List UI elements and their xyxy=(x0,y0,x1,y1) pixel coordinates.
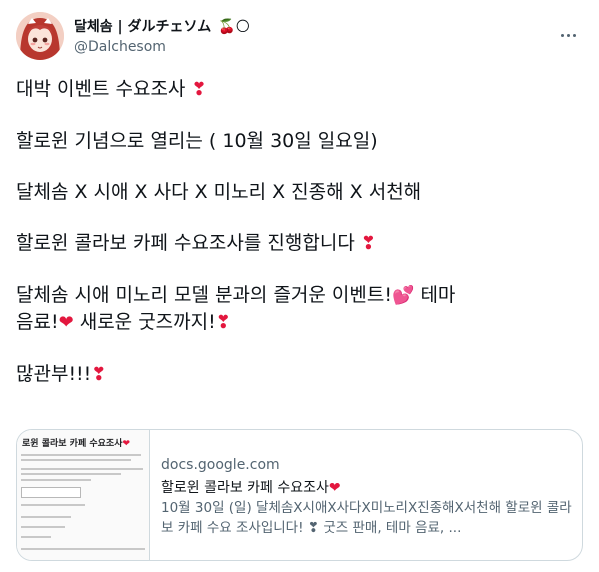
tweet-line: 대박 이벤트 수요조사 ❣ xyxy=(16,78,207,100)
card-description: 10월 30일 (일) 달체솜X시애X사다X미노리X진종해X서천해 할로윈 콜라… xyxy=(161,500,572,536)
heart-icon: ❤ xyxy=(328,480,341,496)
heart-exclamation-icon: ❣ xyxy=(191,79,207,100)
heart-exclamation-icon: ❣ xyxy=(91,364,107,385)
tweet-line: 많관부!!!❣ xyxy=(16,363,107,385)
heart-exclamation-icon: ❣ xyxy=(360,233,376,254)
card-domain: docs.google.com xyxy=(161,457,280,473)
tweet-line: 달체솜 시애 미노리 모델 분과의 즐거운 이벤트!💕 테마 xyxy=(16,284,456,306)
tweet-header: 달체솜 | ダルチェソム 🍒🌕 @Dalchesom xyxy=(16,12,583,66)
tweet-line: 할로윈 콜라보 카페 수요조사를 진행합니다 ❣ xyxy=(16,232,376,254)
thumbnail-title: 로윈 콜라보 카페 수요조사❤ xyxy=(22,439,131,449)
avatar[interactable] xyxy=(16,12,64,60)
heart-icon: ❤ xyxy=(58,312,74,333)
display-name[interactable]: 달체솜 | ダルチェソム 🍒🌕 xyxy=(74,18,250,36)
card-thumbnail: 로윈 콜라보 카페 수요조사❤ xyxy=(17,430,150,560)
two-hearts-icon: 💕 xyxy=(391,285,415,306)
tweet-text: 대박 이벤트 수요조사 ❣ 할로윈 기념으로 열리는 ( 10월 30일 일요일… xyxy=(16,76,583,388)
link-preview-card[interactable]: 로윈 콜라보 카페 수요조사❤ docs.google.com 할로윈 콜라보 … xyxy=(16,429,583,561)
card-title: 할로윈 콜라보 카페 수요조사❤ xyxy=(161,480,341,496)
heart-icon: ❤ xyxy=(122,439,131,449)
tweet-line: 음료!❤ 새로운 굿즈까지!❣ xyxy=(16,311,231,333)
tweet-line: 할로윈 기념으로 열리는 ( 10월 30일 일요일) xyxy=(16,130,378,152)
more-icon[interactable] xyxy=(557,24,579,46)
avatar-image xyxy=(16,12,64,60)
display-name-text: 달체솜 | ダルチェソム xyxy=(74,19,212,35)
cherry-moon-emoji: 🍒🌕 xyxy=(218,19,251,35)
tweet-line: 달체솜 X 시애 X 사다 X 미노리 X 진종해 X 서천해 xyxy=(16,181,422,203)
user-handle[interactable]: @Dalchesom xyxy=(74,38,250,56)
heart-exclamation-icon: ❣ xyxy=(215,312,231,333)
